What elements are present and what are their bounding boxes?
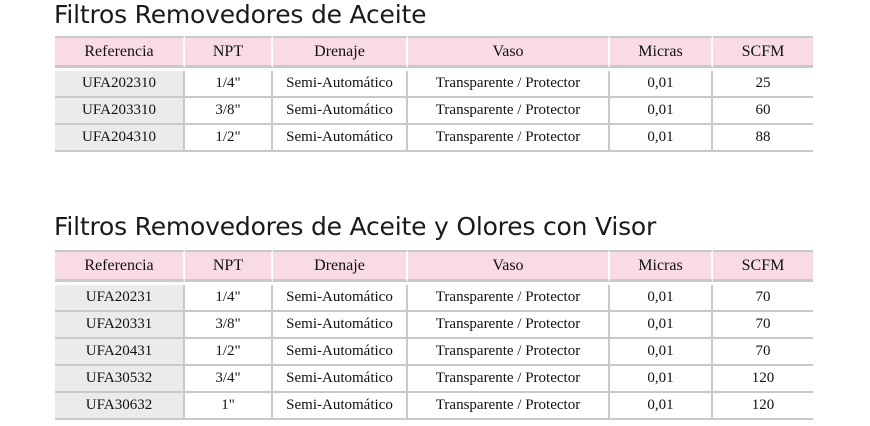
cell-scfm: 70 [713,285,813,312]
cell-vaso: Transparente / Protector [408,71,610,98]
table-row: UFA202310 1/4" Semi-Automático Transparente… [55,71,813,98]
cell-referencia: UFA30532 [55,366,185,393]
cell-referencia: UFA203310 [55,98,185,125]
column-header-vaso: Vaso [408,250,610,282]
column-header-referencia: Referencia [55,36,185,68]
cell-referencia: UFA204310 [55,125,185,152]
cell-npt: 1/4" [185,285,273,312]
cell-scfm: 60 [713,98,813,125]
table-row: UFA30632 1" Semi-Automático Transparente / … [55,393,813,420]
cell-drenaje: Semi-Automático [273,98,408,125]
cell-micras: 0,01 [610,366,713,393]
cell-npt: 3/4" [185,366,273,393]
cell-npt: 3/8" [185,98,273,125]
cell-micras: 0,01 [610,98,713,125]
column-header-drenaje: Drenaje [273,36,408,68]
cell-drenaje: Semi-Automático [273,125,408,152]
cell-drenaje: Semi-Automático [273,366,408,393]
table-title-aceite-olores: Filtros Removedores de Aceite y Olores c… [54,212,657,241]
column-header-micras: Micras [610,250,713,282]
cell-referencia: UFA20231 [55,285,185,312]
cell-npt: 1" [185,393,273,420]
cell-micras: 0,01 [610,393,713,420]
cell-vaso: Transparente / Protector [408,339,610,366]
cell-vaso: Transparente / Protector [408,285,610,312]
cell-referencia: UFA20431 [55,339,185,366]
cell-referencia: UFA20331 [55,312,185,339]
cell-referencia: UFA202310 [55,71,185,98]
cell-vaso: Transparente / Protector [408,393,610,420]
header-row: Referencia NPT Drenaje Vaso Micras SCFM [55,36,813,68]
table-row: UFA204310 1/2" Semi-Automático Transparente… [55,125,813,152]
cell-npt: 1/4" [185,71,273,98]
cell-scfm: 88 [713,125,813,152]
cell-vaso: Transparente / Protector [408,125,610,152]
cell-scfm: 25 [713,71,813,98]
cell-scfm: 120 [713,393,813,420]
cell-scfm: 70 [713,339,813,366]
cell-npt: 1/2" [185,125,273,152]
cell-drenaje: Semi-Automático [273,285,408,312]
table-row: UFA30532 3/4" Semi-Automático Transparente … [55,366,813,393]
column-header-npt: NPT [185,36,273,68]
column-header-scfm: SCFM [713,250,813,282]
spec-table-aceite-olores: Referencia NPT Drenaje Vaso Micras SCFM UFA20… [55,250,813,420]
header-row: Referencia NPT Drenaje Vaso Micras SCFM [55,250,813,282]
cell-scfm: 70 [713,312,813,339]
column-header-scfm: SCFM [713,36,813,68]
column-header-npt: NPT [185,250,273,282]
table-row: UFA203310 3/8" Semi-Automático Transparente… [55,98,813,125]
table-row: UFA20331 3/8" Semi-Automático Transparente … [55,312,813,339]
cell-micras: 0,01 [610,339,713,366]
cell-micras: 0,01 [610,125,713,152]
cell-vaso: Transparente / Protector [408,366,610,393]
cell-drenaje: Semi-Automático [273,339,408,366]
column-header-referencia: Referencia [55,250,185,282]
cell-drenaje: Semi-Automático [273,393,408,420]
cell-micras: 0,01 [610,285,713,312]
cell-drenaje: Semi-Automático [273,71,408,98]
cell-vaso: Transparente / Protector [408,98,610,125]
cell-npt: 3/8" [185,312,273,339]
table-row: UFA20231 1/4" Semi-Automático Transparente … [55,285,813,312]
cell-referencia: UFA30632 [55,393,185,420]
spec-table-aceite: Referencia NPT Drenaje Vaso Micras SCFM UFA20… [55,36,813,152]
cell-npt: 1/2" [185,339,273,366]
cell-scfm: 120 [713,366,813,393]
cell-vaso: Transparente / Protector [408,312,610,339]
cell-micras: 0,01 [610,71,713,98]
column-header-drenaje: Drenaje [273,250,408,282]
table-row: UFA20431 1/2" Semi-Automático Transparente … [55,339,813,366]
column-header-micras: Micras [610,36,713,68]
cell-drenaje: Semi-Automático [273,312,408,339]
table-title-aceite: Filtros Removedores de Aceite [54,0,427,29]
column-header-vaso: Vaso [408,36,610,68]
cell-micras: 0,01 [610,312,713,339]
